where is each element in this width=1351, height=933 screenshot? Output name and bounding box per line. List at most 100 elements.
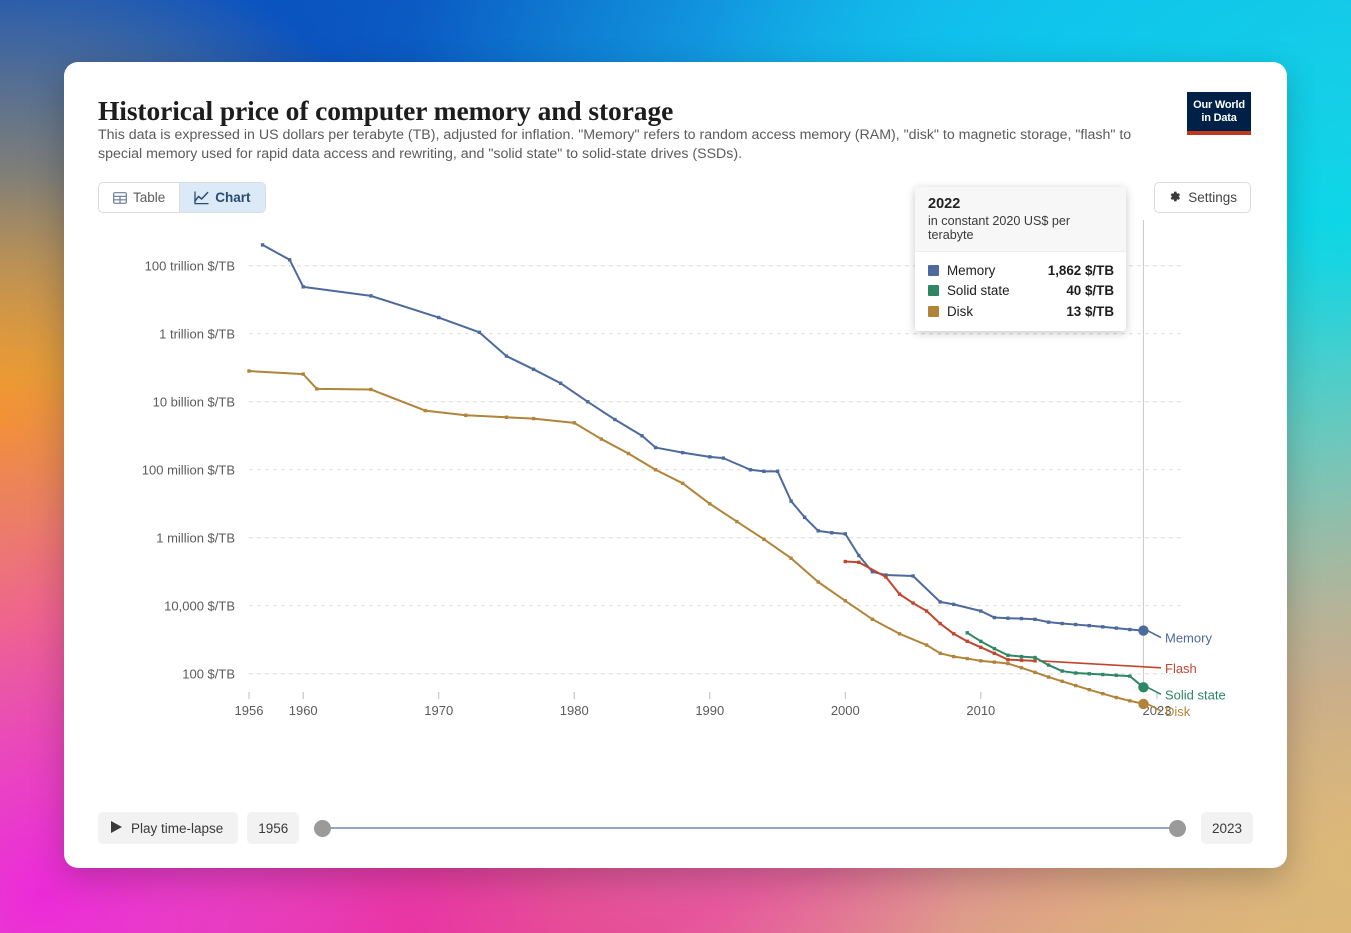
data-point	[979, 609, 983, 613]
tab-chart-label: Chart	[215, 190, 251, 205]
data-point	[938, 621, 942, 626]
play-icon	[111, 820, 122, 836]
owid-logo-line1: Our World	[1193, 99, 1245, 111]
data-point	[857, 560, 861, 564]
data-point	[504, 415, 509, 419]
data-point	[870, 617, 875, 621]
tooltip-series-name: Disk	[947, 303, 974, 319]
data-point	[938, 651, 942, 655]
series-label-connector	[1038, 660, 1162, 669]
x-axis-tick-label: 2010	[966, 703, 995, 718]
data-point	[613, 417, 617, 422]
data-point	[464, 413, 468, 417]
data-point	[1019, 658, 1024, 662]
data-point	[1046, 663, 1051, 667]
data-point	[369, 294, 373, 298]
tab-chart[interactable]: Chart	[180, 183, 265, 212]
data-point	[1114, 695, 1119, 700]
highlighted-data-point	[1138, 625, 1149, 636]
owid-logo-line2: in Data	[1201, 111, 1237, 124]
data-point	[653, 445, 658, 450]
tooltip-series-value: 13 $/TB	[1066, 303, 1114, 319]
line-chart-icon	[194, 190, 209, 205]
timeline-slider[interactable]	[314, 812, 1186, 844]
data-point	[1006, 661, 1010, 666]
highlighted-data-point	[1138, 698, 1149, 710]
page-title: Historical price of computer memory and …	[98, 95, 674, 126]
data-point	[952, 654, 956, 659]
data-point	[1019, 666, 1024, 670]
data-point	[775, 469, 780, 474]
data-point	[1046, 675, 1051, 679]
data-point	[1033, 617, 1037, 621]
data-point	[952, 632, 956, 636]
data-point	[1087, 672, 1091, 676]
tooltip-year: 2022	[928, 196, 961, 212]
timeline-start-year[interactable]: 1956	[247, 812, 300, 844]
data-point	[1101, 625, 1105, 629]
data-point	[1060, 669, 1064, 673]
settings-button[interactable]: Settings	[1154, 182, 1251, 213]
data-point	[1128, 674, 1132, 678]
data-point	[1101, 691, 1105, 696]
data-point	[924, 643, 929, 647]
data-point	[843, 559, 847, 564]
data-point	[423, 408, 427, 413]
series-label-connector	[1147, 629, 1162, 639]
owid-logo[interactable]: Our World in Data	[1187, 92, 1251, 135]
tooltip-row: Memory 1,862 $/TB	[928, 260, 1114, 281]
data-point	[1073, 622, 1078, 627]
series-end-label: Solid state	[1165, 687, 1226, 702]
data-point	[437, 315, 441, 320]
data-point	[1060, 679, 1064, 684]
data-point	[830, 531, 834, 535]
tooltip-swatch	[928, 305, 939, 317]
tooltip-series-name: Memory	[947, 262, 996, 278]
data-point	[1087, 623, 1091, 628]
data-point	[952, 602, 956, 607]
data-point	[1073, 683, 1078, 688]
timeline-end-year[interactable]: 2023	[1201, 812, 1253, 844]
y-axis-tick-label: 100 million $/TB	[142, 462, 235, 477]
timeline-controls: Play time-lapse 1956 2023	[98, 812, 1253, 844]
data-point	[586, 400, 590, 404]
tooltip-unit: in constant 2020 US$ per terabyte	[928, 214, 1071, 242]
data-point	[708, 455, 712, 459]
data-point	[924, 609, 929, 613]
data-point	[1033, 659, 1037, 663]
data-point	[965, 631, 969, 635]
data-point	[1060, 621, 1064, 626]
data-point	[640, 434, 644, 438]
chart-tooltip: 2022 in constant 2020 US$ per terabyte M…	[915, 187, 1126, 331]
y-axis-tick-label: 1 trillion $/TB	[159, 326, 235, 341]
slider-handle-end[interactable]	[1169, 820, 1186, 837]
data-point	[1087, 687, 1091, 692]
x-axis-tick-label: 1980	[560, 703, 589, 718]
data-point	[1006, 657, 1010, 662]
data-point	[1101, 672, 1105, 677]
tooltip-rows: Memory 1,862 $/TB Solid state 40 $/TB Disk 13…	[915, 252, 1126, 331]
data-point	[789, 499, 793, 503]
data-point	[301, 285, 305, 289]
data-point	[504, 354, 509, 358]
x-axis-tick-label: 2000	[831, 703, 860, 718]
data-point	[369, 387, 373, 392]
data-point	[748, 468, 753, 472]
tooltip-row: Disk 13 $/TB	[928, 301, 1114, 322]
data-point	[531, 367, 536, 372]
data-point	[897, 592, 902, 596]
slider-handle-start[interactable]	[314, 820, 332, 837]
tab-table[interactable]: Table	[99, 183, 181, 212]
data-point	[559, 381, 563, 385]
series-line	[844, 560, 1037, 662]
y-axis-tick-label: 1 million $/TB	[156, 530, 235, 545]
x-axis-tick-label: 1990	[695, 703, 724, 718]
data-point	[735, 519, 739, 524]
data-point	[938, 600, 942, 604]
play-timelapse-button[interactable]: Play time-lapse	[98, 812, 239, 844]
settings-label: Settings	[1188, 190, 1237, 205]
chart-card: Historical price of computer memory and …	[64, 62, 1287, 868]
series-end-label: Flash	[1165, 661, 1197, 676]
data-point	[477, 330, 482, 335]
data-point	[626, 451, 631, 456]
